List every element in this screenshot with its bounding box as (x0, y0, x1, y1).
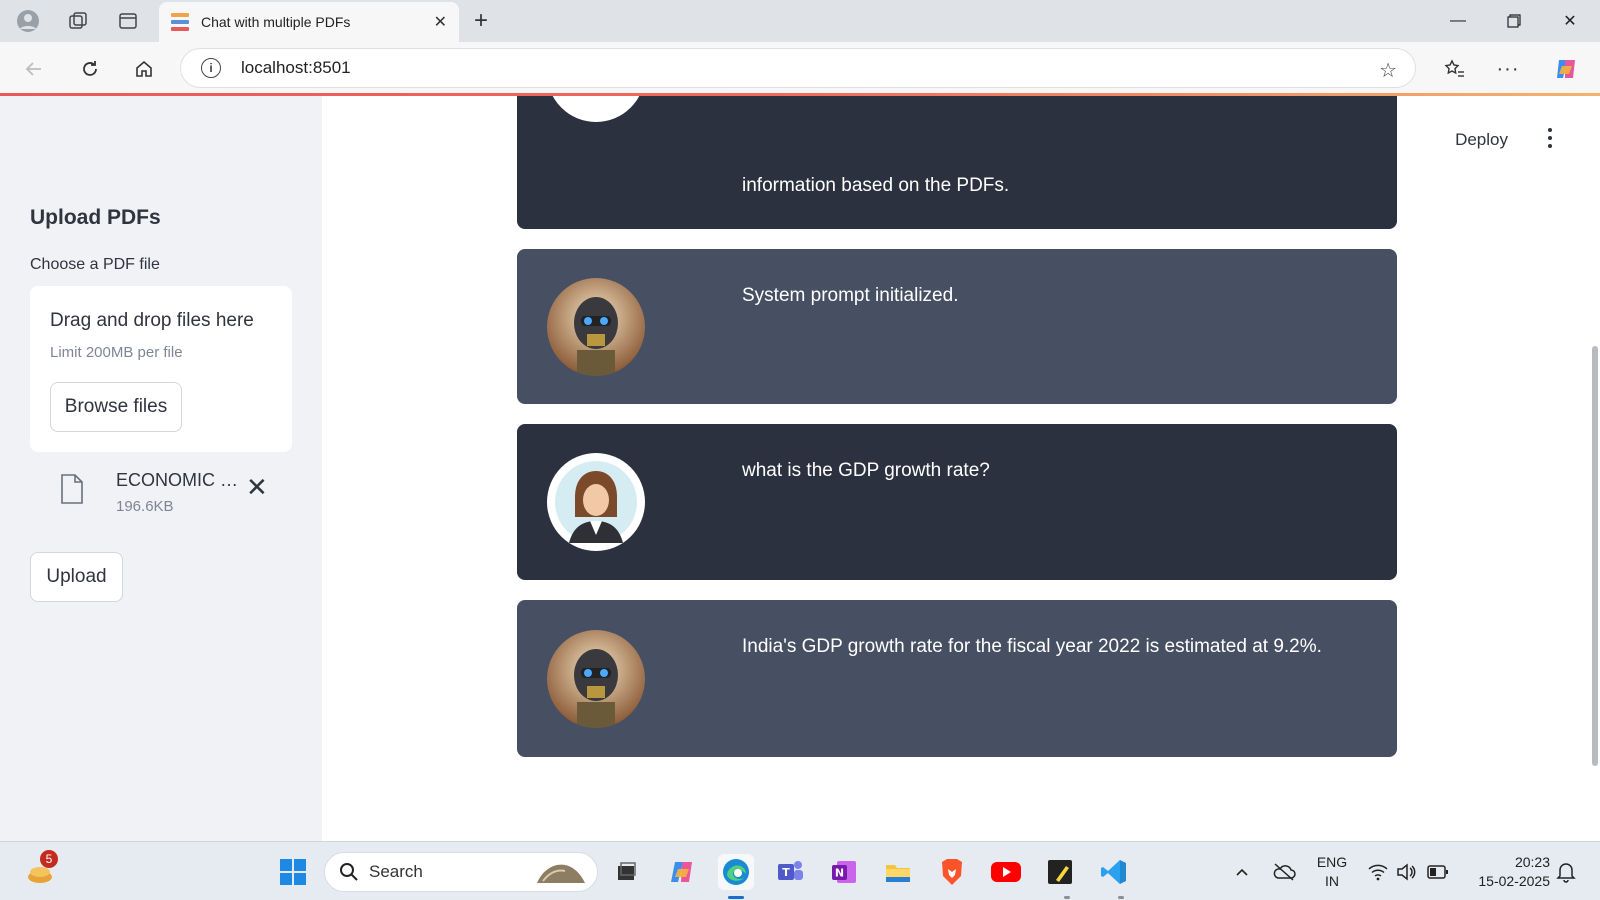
minimize-icon[interactable]: — (1436, 6, 1480, 36)
search-label: Search (369, 862, 423, 881)
volume-icon[interactable] (1388, 854, 1424, 890)
more-options-icon[interactable]: ··· (1492, 53, 1524, 85)
message-text: what is the GDP growth rate? (742, 460, 990, 481)
dropzone-title: Drag and drop files here (50, 310, 254, 331)
chat-message-bot: System prompt initialized. (517, 249, 1397, 404)
taskbar-search-input[interactable]: Search (324, 852, 598, 892)
close-window-icon[interactable]: ✕ (1548, 6, 1592, 36)
new-tab-button[interactable]: + (466, 6, 496, 36)
clock[interactable]: 20:23 15-02-2025 (1462, 853, 1550, 891)
teams-icon[interactable]: T (772, 854, 808, 890)
remove-file-icon[interactable]: ✕ (246, 472, 268, 503)
file-name: ECONOMIC S... (116, 470, 246, 490)
robot-avatar-icon (547, 278, 645, 376)
file-icon (61, 474, 83, 504)
deploy-button[interactable]: Deploy (1455, 130, 1508, 150)
running-app-indicator (1064, 896, 1070, 899)
svg-text:T: T (782, 866, 790, 879)
onenote-icon[interactable]: N (826, 854, 862, 890)
message-text: System prompt initialized. (742, 285, 959, 306)
edge-icon[interactable] (718, 854, 754, 890)
svg-text:N: N (835, 867, 844, 880)
active-app-indicator (728, 896, 744, 899)
upload-button[interactable]: Upload (30, 552, 123, 602)
region-code: IN (1325, 873, 1339, 889)
copilot-app-icon[interactable] (664, 854, 700, 890)
file-size: 196.6KB (116, 498, 174, 515)
url-field[interactable]: i localhost:8501 ☆ (180, 48, 1416, 88)
search-highlight-icon (537, 864, 585, 883)
bot-avatar (547, 96, 645, 122)
browse-files-button[interactable]: Browse files (50, 382, 182, 432)
workspaces-icon[interactable] (62, 6, 94, 36)
reload-icon[interactable] (74, 53, 106, 85)
scrollbar[interactable] (1588, 96, 1600, 841)
task-view-icon[interactable] (608, 854, 644, 890)
tab-active[interactable]: Chat with multiple PDFs ✕ (159, 2, 459, 42)
chat-message-user: what is the GDP growth rate? (517, 424, 1397, 580)
search-icon (340, 863, 358, 881)
home-icon[interactable] (128, 53, 160, 85)
back-icon[interactable] (18, 53, 50, 85)
dropzone-limit: Limit 200MB per file (50, 344, 183, 361)
taskbar: 5 Search T N ENG IN 20:23 15-02-2025 (0, 841, 1600, 900)
tab-title: Chat with multiple PDFs (201, 14, 351, 30)
file-dropzone[interactable]: Drag and drop files here Limit 200MB per… (30, 286, 292, 452)
chat-message-bot: India's GDP growth rate for the fiscal y… (517, 600, 1397, 757)
youtube-icon[interactable] (988, 854, 1024, 890)
running-app-indicator (1118, 896, 1124, 899)
user-avatar-icon (547, 453, 645, 551)
site-info-icon[interactable]: i (201, 58, 221, 78)
uploaded-file-item: ECONOMIC S... 196.6KB ✕ (56, 466, 286, 518)
address-bar-row: i localhost:8501 ☆ ··· (0, 42, 1600, 94)
notification-badge: 5 (40, 850, 58, 868)
profile-icon[interactable] (12, 6, 44, 36)
favicon-icon (171, 13, 189, 31)
battery-icon[interactable] (1420, 854, 1456, 890)
url-text: localhost:8501 (241, 58, 351, 77)
language-code: ENG (1316, 854, 1348, 870)
copilot-icon[interactable] (1550, 53, 1582, 85)
notifications-bell-icon[interactable] (1548, 854, 1584, 890)
start-icon[interactable] (275, 854, 311, 890)
sidebar: Upload PDFs Choose a PDF file Drag and d… (0, 96, 322, 841)
favorite-star-icon[interactable]: ☆ (1379, 58, 1397, 83)
sidebar-title: Upload PDFs (30, 206, 161, 229)
tab-actions-icon[interactable] (112, 6, 144, 36)
restore-icon[interactable] (1492, 6, 1536, 36)
chat-message-bot: information based on the PDFs. (517, 96, 1397, 229)
brave-icon[interactable] (934, 854, 970, 890)
close-tab-icon[interactable]: ✕ (434, 12, 447, 32)
scrollbar-thumb[interactable] (1592, 346, 1598, 766)
favorites-icon[interactable] (1438, 53, 1470, 85)
main-menu-icon[interactable] (1540, 126, 1560, 150)
robot-avatar-icon (547, 630, 645, 728)
clock-time: 20:23 (1514, 854, 1550, 870)
language-indicator[interactable]: ENG IN (1312, 853, 1352, 891)
message-text: information based on the PDFs. (742, 175, 1010, 196)
file-explorer-icon[interactable] (880, 854, 916, 890)
uploader-label: Choose a PDF file (30, 256, 160, 273)
onedrive-offline-icon[interactable] (1266, 854, 1302, 890)
main-content: Deploy information based on the PDFs. Sy… (322, 96, 1600, 841)
clock-date: 15-02-2025 (1478, 873, 1550, 889)
message-text: India's GDP growth rate for the fiscal y… (742, 636, 1322, 657)
sticky-notes-icon[interactable] (1042, 854, 1078, 890)
browser-tab-strip: Chat with multiple PDFs ✕ + — ✕ (0, 0, 1600, 42)
chevron-up-icon[interactable] (1224, 854, 1260, 890)
vscode-icon[interactable] (1096, 854, 1132, 890)
